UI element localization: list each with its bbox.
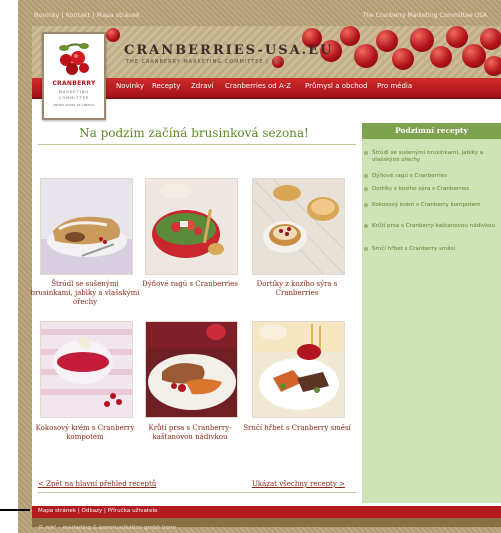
sidebar-title: Podzimní recepty xyxy=(362,123,501,139)
sidebar-item-label[interactable]: Dortíky z kozího sýra s Cranberries xyxy=(372,186,469,192)
bullet-icon xyxy=(364,151,368,155)
sidebar-item[interactable]: Kokosový krém s Cranberry kompotem xyxy=(364,202,498,209)
outer-frame: Novinky | Kontakt | Mapa stránek The Cra… xyxy=(18,0,501,533)
bullet-icon xyxy=(364,247,368,251)
recipe-image-tartlets[interactable] xyxy=(252,178,345,275)
recipe-caption[interactable]: Kokosový krém s Cranberry kompotem xyxy=(30,424,140,442)
recipe-image-venison-plate[interactable] xyxy=(252,321,345,418)
cranberry-logo[interactable]: CRANBERRY MARKETING COMMITTEE UNITED STA… xyxy=(42,32,106,120)
sidebar-item-label[interactable]: Dýňové ragú s Cranberries xyxy=(372,173,447,179)
recipe-image-turkey-plate[interactable] xyxy=(145,321,238,418)
logo-name: CRANBERRY xyxy=(52,80,96,87)
logo-line: MARKETING xyxy=(58,90,90,94)
logo-line: COMMITTEE xyxy=(58,96,90,100)
nav-item-cranberries-a-z[interactable]: Cranberries od A-Z xyxy=(225,82,291,90)
nav-item-novinky[interactable]: Novinky xyxy=(116,82,144,90)
recipe-caption[interactable]: Krůtí prsa s Cranberry-kaštanovou nádivk… xyxy=(135,424,245,442)
divider xyxy=(0,509,30,511)
sidebar-item-label[interactable]: Kokosový krém s Cranberry kompotem xyxy=(372,202,481,208)
sidebar-item[interactable]: Dortíky z kozího sýra s Cranberries xyxy=(364,186,498,193)
sidebar-item-label[interactable]: Štrúdl se sušenými brusinkami, jablky a … xyxy=(372,150,483,163)
recipe-caption[interactable]: Štrúdl se sušenými brusinkami, jablky a … xyxy=(30,280,140,307)
recipe-image-strudel[interactable] xyxy=(40,178,133,275)
bullet-icon xyxy=(364,224,368,228)
recipe-caption[interactable]: Srnčí hřbet s Cranberry směsí xyxy=(242,424,352,433)
site-subtitle: THE CRANBERRY MARKETING COMMITTEE | USA xyxy=(126,59,285,65)
back-to-recipes-link[interactable]: < Zpět na hlavní přehled receptů xyxy=(38,480,156,488)
recipe-caption[interactable]: Dortíky z kozího sýra s Cranberries xyxy=(242,280,352,298)
bullet-icon xyxy=(364,203,368,207)
recipe-image-coconut-cream[interactable] xyxy=(40,321,133,418)
sidebar-item[interactable]: Štrúdl se sušenými brusinkami, jablky a … xyxy=(364,150,498,164)
bullet-icon xyxy=(364,174,368,178)
copyright: © mk² – marketing & kommunikation gmbh b… xyxy=(38,525,177,531)
recipe-caption[interactable]: Dýňové ragú s Cranberries xyxy=(135,280,245,289)
divider xyxy=(38,144,356,145)
logo-line: UNITED STATES OF AMERICA xyxy=(53,104,95,107)
page-content: CRANBERRIES-USA.EU THE CRANBERRY MARKETI… xyxy=(30,26,501,531)
recipe-image-salad-bowl[interactable] xyxy=(145,178,238,275)
top-bar: Novinky | Kontakt | Mapa stránek The Cra… xyxy=(18,0,501,26)
sidebar-item-label[interactable]: Srnčí hřbet s Cranberry směsí xyxy=(372,246,455,252)
footer-links[interactable]: Mapa stránek | Odkazy | Příručka uživate… xyxy=(38,508,158,514)
nav-item-pro-media[interactable]: Pro média xyxy=(377,82,412,90)
sidebar-item[interactable]: Srnčí hřbet s Cranberry směsí xyxy=(364,246,498,253)
berries-icon xyxy=(59,43,89,75)
sidebar-item[interactable]: Dýňové ragú s Cranberries xyxy=(364,173,498,180)
nav-item-recepty[interactable]: Recepty xyxy=(152,82,180,90)
site-title: CRANBERRIES-USA.EU xyxy=(124,43,334,58)
nav-item-prumysl[interactable]: Průmysl a obchod xyxy=(305,82,367,90)
nav-item-zdravi[interactable]: Zdraví xyxy=(191,82,214,90)
committee-tagline: The Cranberry Marketing Committee USA xyxy=(362,12,487,19)
divider xyxy=(38,492,356,493)
top-links[interactable]: Novinky | Kontakt | Mapa stránek xyxy=(34,12,140,19)
bullet-icon xyxy=(364,187,368,191)
sidebar-item[interactable]: Krůtí prsa s Cranberry-kaštanovou nádivk… xyxy=(364,223,498,230)
sidebar-item-label[interactable]: Krůtí prsa s Cranberry-kaštanovou nádivk… xyxy=(372,223,495,229)
sidebar: Podzimní recepty Štrúdl se sušenými brus… xyxy=(362,123,501,503)
page-title: Na podzim začíná brusinková sezona! xyxy=(79,126,309,140)
show-all-recipes-link[interactable]: Ukázat všechny recepty > xyxy=(252,480,345,488)
